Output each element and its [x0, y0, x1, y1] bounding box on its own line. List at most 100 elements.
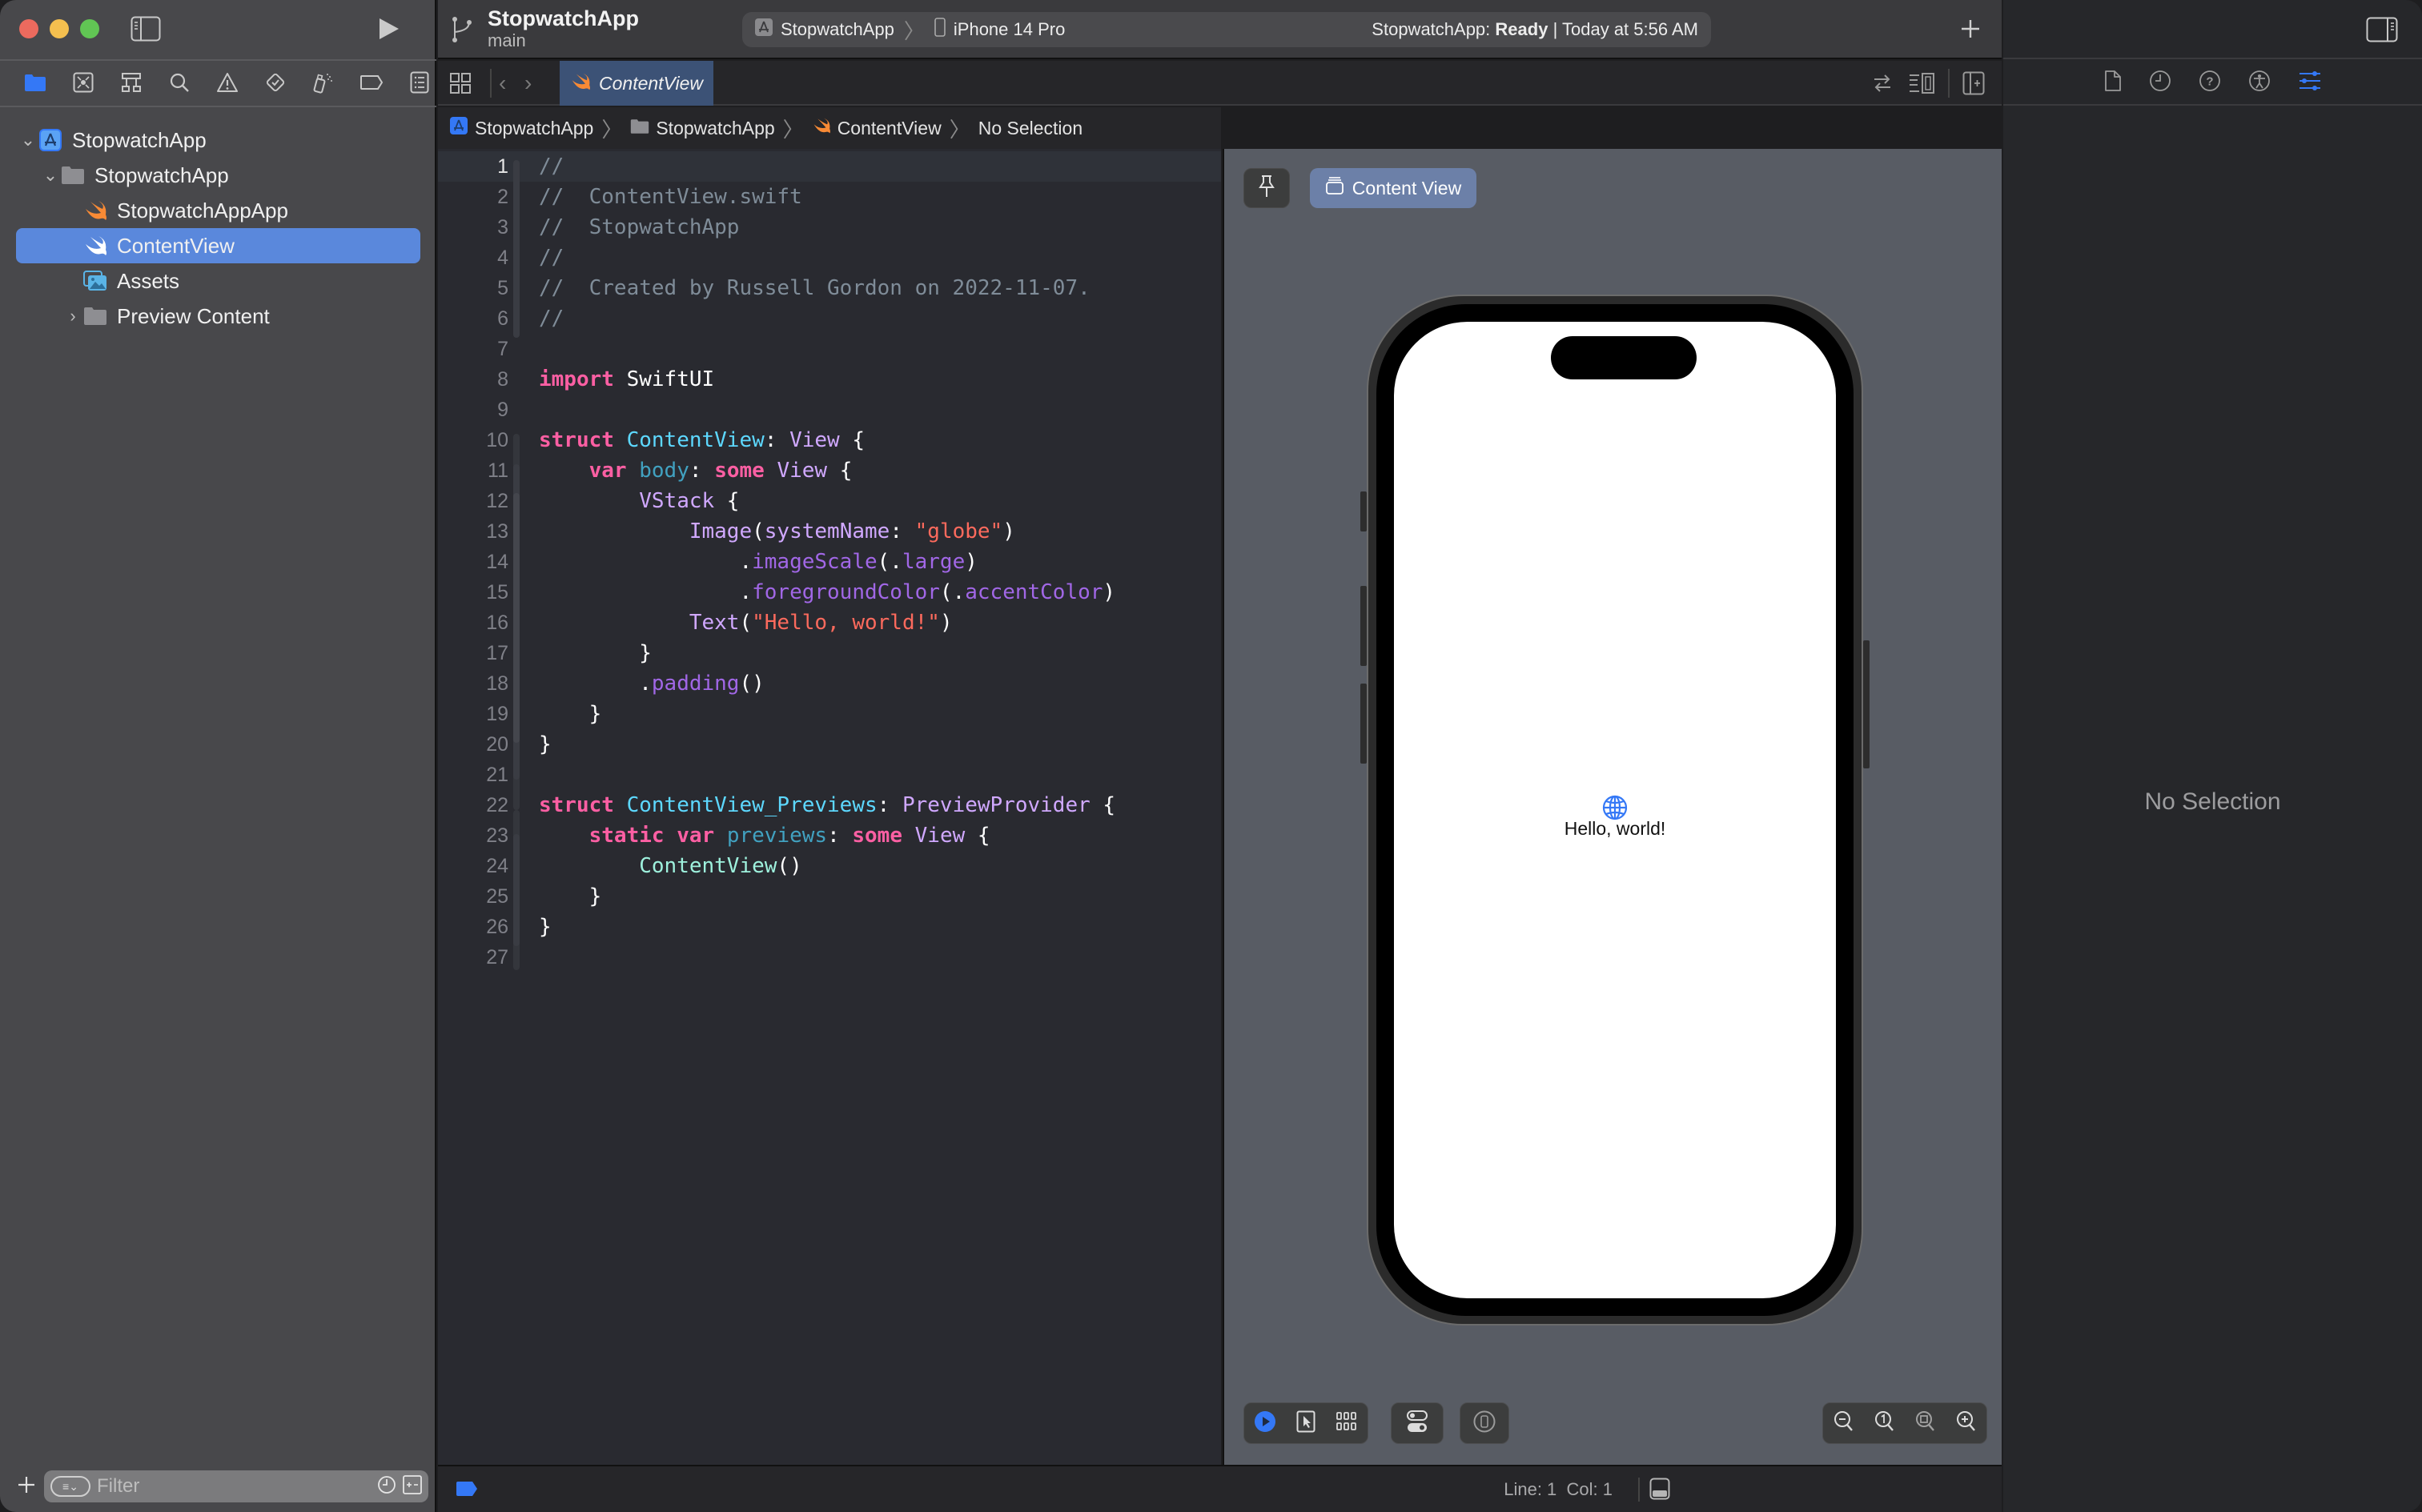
line-number[interactable]: 21 [438, 764, 508, 787]
code-line[interactable]: 16 Text("Hello, world!") [438, 608, 1221, 638]
code-line[interactable]: 10 struct ContentView: View { [438, 425, 1221, 455]
line-number[interactable]: 26 [438, 916, 508, 939]
fold-ribbon[interactable] [513, 493, 520, 743]
scheme-selector[interactable]: StopwatchApp 〉 iPhone 14 Pro [755, 15, 1065, 45]
line-number[interactable]: 1 [438, 155, 508, 178]
library-add-button[interactable] [1959, 18, 1982, 44]
line-number[interactable]: 25 [438, 885, 508, 908]
nav-tab-breakpoints[interactable] [347, 64, 396, 104]
zoom-window-button[interactable] [80, 19, 99, 38]
recent-files-icon[interactable] [377, 1475, 396, 1498]
tree-item-file[interactable]: StopwatchAppApp [16, 193, 420, 228]
quick-help-inspector-tab[interactable]: ? [2199, 70, 2221, 96]
zoom-in-button[interactable] [1956, 1410, 1977, 1437]
code-line[interactable]: 1 // [438, 151, 1221, 182]
code-line[interactable]: 14 .imageScale(.large) [438, 547, 1221, 577]
line-number[interactable]: 7 [438, 338, 508, 361]
chevron-down-icon[interactable]: ⌄ [42, 165, 59, 186]
code-line[interactable]: 4 // [438, 243, 1221, 273]
code-line[interactable]: 2 // ContentView.swift [438, 182, 1221, 212]
code-line[interactable]: 7 [438, 334, 1221, 364]
related-files-icon[interactable] [1871, 72, 1894, 98]
sidebar-toggle-icon[interactable] [131, 16, 161, 42]
code-line[interactable]: 19 } [438, 699, 1221, 729]
tree-item-assets[interactable]: Assets [16, 263, 420, 299]
code-line[interactable]: 26} [438, 912, 1221, 942]
line-number[interactable]: 17 [438, 642, 508, 665]
preview-name-chip[interactable]: Content View [1310, 168, 1476, 208]
device-selector-button[interactable] [1460, 1402, 1509, 1444]
zoom-out-button[interactable] [1834, 1410, 1854, 1437]
breakpoints-toggle-button[interactable] [456, 1481, 478, 1501]
inspector-toggle-icon[interactable] [2366, 17, 2398, 46]
back-button[interactable]: ‹ [499, 70, 506, 96]
variants-mode-button[interactable] [1336, 1411, 1358, 1436]
nav-tab-find[interactable] [155, 64, 203, 104]
code-line[interactable]: 20} [438, 729, 1221, 760]
phone-screen[interactable]: Hello, world! [1394, 322, 1836, 1298]
source-control-filter-icon[interactable] [403, 1474, 422, 1498]
code-line[interactable]: 15 .foregroundColor(.accentColor) [438, 577, 1221, 608]
line-number[interactable]: 22 [438, 794, 508, 817]
filter-options-button[interactable]: ≡⌄ [50, 1476, 90, 1497]
code-line[interactable]: 23 static var previews: some View { [438, 820, 1221, 851]
accessibility-inspector-tab[interactable] [2248, 70, 2271, 96]
code-line[interactable]: 18 .padding() [438, 668, 1221, 699]
line-number[interactable]: 9 [438, 399, 508, 422]
line-number[interactable]: 15 [438, 581, 508, 604]
line-number[interactable]: 3 [438, 216, 508, 239]
source-editor[interactable]: 1 // 2 // ContentView.swift 3 // StopwatchApp… [438, 149, 1221, 1465]
code-line[interactable]: 17 } [438, 638, 1221, 668]
chevron-down-icon[interactable]: ⌄ [19, 130, 37, 150]
line-number[interactable]: 12 [438, 490, 508, 513]
line-number[interactable]: 18 [438, 672, 508, 696]
tab-contentview[interactable]: ContentView [560, 61, 713, 106]
code-line[interactable]: 25 } [438, 881, 1221, 912]
line-number[interactable]: 4 [438, 247, 508, 270]
code-line[interactable]: 9 [438, 395, 1221, 425]
line-number[interactable]: 2 [438, 186, 508, 209]
code-line[interactable]: 21 [438, 760, 1221, 790]
debug-area-toggle-button[interactable] [1649, 1478, 1670, 1504]
line-number[interactable]: 23 [438, 824, 508, 848]
file-inspector-tab[interactable] [2104, 70, 2122, 96]
nav-tab-tests[interactable] [251, 64, 299, 104]
tree-item-project[interactable]: ⌄ StopwatchApp [16, 122, 420, 158]
scheme-name[interactable]: StopwatchApp [781, 19, 894, 40]
live-mode-button[interactable] [1254, 1410, 1276, 1437]
breadcrumb-project[interactable]: StopwatchApp [475, 118, 593, 139]
line-number[interactable]: 27 [438, 946, 508, 969]
zoom-actual-size-button[interactable] [1874, 1410, 1895, 1437]
code-line[interactable]: 12 VStack { [438, 486, 1221, 516]
pin-preview-button[interactable] [1243, 168, 1290, 208]
minimize-window-button[interactable] [50, 19, 69, 38]
tree-item-group[interactable]: ⌄ StopwatchApp [16, 158, 420, 193]
code-line[interactable]: 8 import SwiftUI [438, 364, 1221, 395]
tree-item-file-selected[interactable]: ContentView [16, 228, 420, 263]
filter-input[interactable] [97, 1475, 377, 1498]
editor-options-icon[interactable] [1908, 72, 1937, 98]
nav-tab-project[interactable] [11, 64, 59, 104]
line-number[interactable]: 13 [438, 520, 508, 543]
line-number[interactable]: 11 [438, 459, 508, 483]
selectable-mode-button[interactable] [1296, 1410, 1315, 1437]
nav-tab-reports[interactable] [396, 64, 444, 104]
chevron-right-icon[interactable]: › [64, 306, 82, 327]
code-line[interactable]: 3 // StopwatchApp [438, 212, 1221, 243]
line-number[interactable]: 19 [438, 703, 508, 726]
fold-ribbon[interactable] [513, 160, 520, 338]
line-number[interactable]: 8 [438, 368, 508, 391]
line-number[interactable]: 24 [438, 855, 508, 878]
attributes-inspector-tab[interactable] [2298, 70, 2322, 95]
code-line[interactable]: 22 struct ContentView_Previews: PreviewPr… [438, 790, 1221, 820]
tree-item-group-collapsed[interactable]: › Preview Content [16, 299, 420, 334]
canvas-device-settings-button[interactable] [1391, 1402, 1444, 1444]
history-inspector-tab[interactable] [2149, 70, 2171, 96]
close-window-button[interactable] [19, 19, 38, 38]
nav-tab-debug[interactable] [299, 64, 347, 104]
split-editor-icon[interactable] [1962, 71, 1985, 99]
nav-tab-symbols[interactable] [107, 64, 155, 104]
breadcrumb-file[interactable]: ContentView [837, 118, 942, 139]
line-number[interactable]: 16 [438, 612, 508, 635]
line-number[interactable]: 20 [438, 733, 508, 756]
